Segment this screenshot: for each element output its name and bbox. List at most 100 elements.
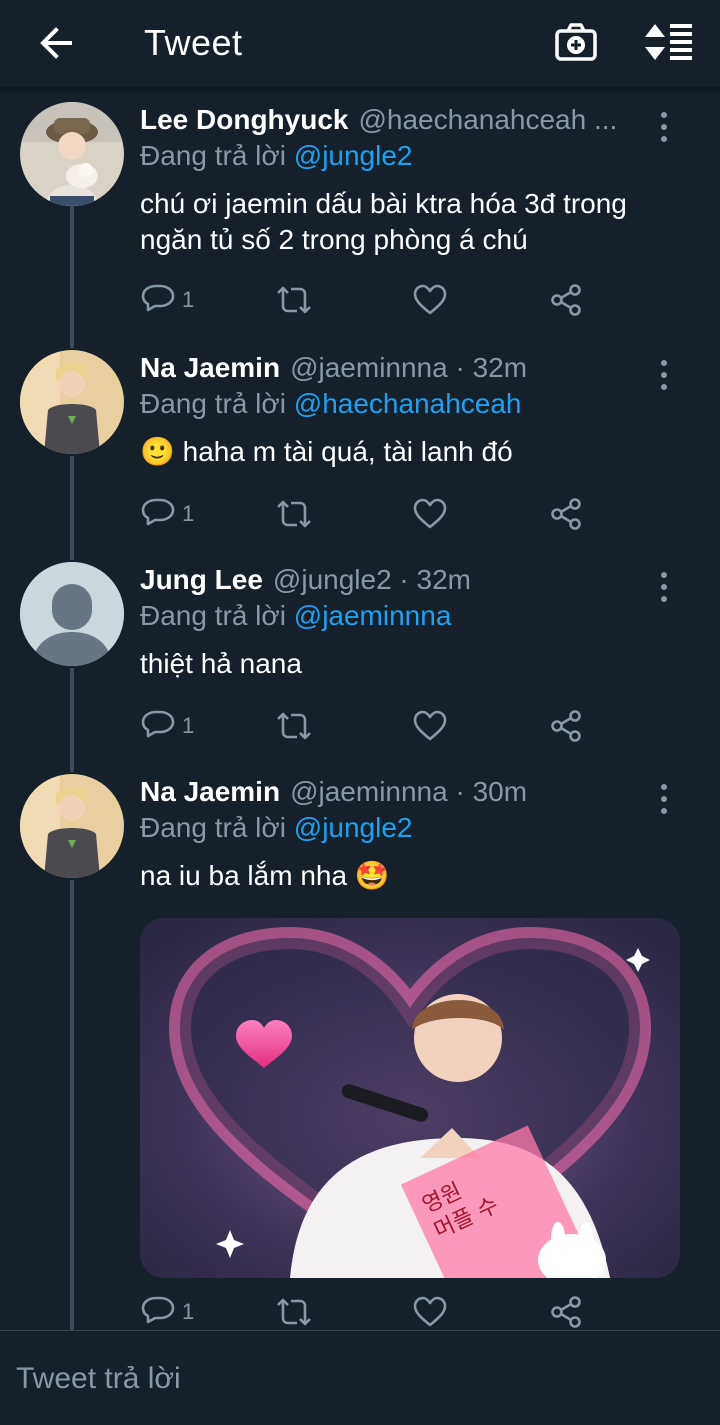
- tweet[interactable]: Lee Donghyuck @haechanahceah ... Đang trả…: [0, 102, 720, 332]
- arrow-left-icon: [40, 27, 72, 59]
- sort-icon: [645, 24, 692, 60]
- like-button[interactable]: [412, 706, 448, 746]
- retweet-icon: [277, 712, 311, 740]
- reply-icon: [141, 1296, 175, 1324]
- reply-icon: [141, 284, 175, 312]
- like-button[interactable]: [412, 280, 448, 320]
- tweet-header: Lee Donghyuck @haechanahceah ...: [140, 102, 660, 138]
- share-icon: [551, 710, 581, 742]
- mention-link[interactable]: @haechanahceah: [294, 388, 522, 419]
- tweet[interactable]: Jung Lee @jungle2 · 32m Đang trả lời @jae…: [0, 562, 720, 752]
- reply-input[interactable]: Tweet trả lời: [16, 1361, 181, 1397]
- tweet-text: chú ơi jaemin dấu bài ktra hóa 3đ trong …: [140, 188, 627, 255]
- user-handle[interactable]: @jaeminnna · 30m: [290, 776, 527, 807]
- default-avatar-icon: [20, 562, 124, 666]
- more-options-button[interactable]: [652, 360, 676, 390]
- top-app-bar: Tweet: [0, 0, 720, 88]
- avatar-photo: [20, 774, 124, 878]
- retweet-button[interactable]: [274, 280, 314, 320]
- user-handle[interactable]: @haechanahceah ...: [358, 104, 617, 135]
- reply-context: Đang trả lời @jungle2: [140, 810, 413, 846]
- tweet-text-block: na iu ba lắm nha 🤩: [140, 858, 680, 894]
- slightly-smiling-emoji: 🙂: [140, 435, 175, 468]
- reply-button[interactable]: 1: [140, 706, 194, 746]
- heart-icon: [413, 498, 447, 529]
- tweet-header: Na Jaemin @jaeminnna · 32m: [140, 350, 660, 386]
- mention-link[interactable]: @jaeminnna: [294, 600, 452, 631]
- camera-add-icon: [555, 23, 597, 61]
- avatar-photo: [20, 350, 124, 454]
- heart-icon: [413, 710, 447, 741]
- reply-prefix: Đang trả lời: [140, 812, 286, 843]
- reply-button[interactable]: 1: [140, 1292, 194, 1332]
- display-name[interactable]: Jung Lee: [140, 564, 263, 595]
- tweet-media-image[interactable]: 영원 머플 수: [140, 918, 680, 1278]
- reply-compose-bar[interactable]: Tweet trả lời: [0, 1330, 720, 1425]
- reply-count: 1: [182, 501, 195, 526]
- retweet-icon: [277, 500, 311, 528]
- tweet-actions: 1: [140, 280, 600, 320]
- more-options-button[interactable]: [652, 572, 676, 602]
- sort-button[interactable]: [640, 18, 700, 66]
- user-handle[interactable]: @jaeminnna · 32m: [290, 352, 527, 383]
- share-icon: [551, 1296, 581, 1328]
- retweet-button[interactable]: [274, 706, 314, 746]
- tweet[interactable]: Na Jaemin @jaeminnna · 32m Đang trả lời @…: [0, 350, 720, 540]
- avatar[interactable]: [20, 350, 124, 454]
- reply-context: Đang trả lời @haechanahceah: [140, 386, 521, 422]
- tweet-actions: 1: [140, 706, 600, 746]
- more-options-button[interactable]: [652, 112, 676, 142]
- camera-button[interactable]: [550, 18, 602, 66]
- reply-prefix: Đang trả lời: [140, 140, 286, 171]
- star-struck-emoji: 🤩: [354, 859, 390, 892]
- back-button[interactable]: [30, 20, 82, 66]
- reply-count: 1: [182, 713, 195, 738]
- reply-button[interactable]: 1: [140, 494, 194, 534]
- page-title: Tweet: [144, 22, 243, 63]
- avatar[interactable]: [20, 774, 124, 878]
- retweet-button[interactable]: [274, 494, 314, 534]
- like-button[interactable]: [412, 1292, 448, 1332]
- mention-link[interactable]: @jungle2: [294, 140, 413, 171]
- reply-prefix: Đang trả lời: [140, 600, 286, 631]
- reply-prefix: Đang trả lời: [140, 388, 286, 419]
- user-handle[interactable]: @jungle2 · 32m: [273, 564, 471, 595]
- mention-link[interactable]: @jungle2: [294, 812, 413, 843]
- retweet-button[interactable]: [274, 1292, 314, 1332]
- avatar[interactable]: [20, 562, 124, 666]
- tweet-text-block: 🙂 haha m tài quá, tài lanh đó: [140, 434, 680, 470]
- reply-button[interactable]: 1: [140, 280, 194, 320]
- reply-icon: [141, 710, 175, 738]
- reply-icon: [141, 498, 175, 526]
- retweet-icon: [277, 1298, 311, 1326]
- display-name[interactable]: Na Jaemin: [140, 776, 280, 807]
- avatar[interactable]: [20, 102, 124, 206]
- media-photo: 영원 머플 수: [140, 918, 680, 1278]
- reply-count: 1: [182, 287, 195, 312]
- share-button[interactable]: [548, 1292, 584, 1332]
- reply-context: Đang trả lời @jungle2: [140, 138, 413, 174]
- more-options-button[interactable]: [652, 784, 676, 814]
- display-name[interactable]: Na Jaemin: [140, 352, 280, 383]
- heart-icon: [413, 284, 447, 315]
- share-icon: [551, 284, 581, 316]
- tweet[interactable]: Na Jaemin @jaeminnna · 30m Đang trả lời @…: [0, 774, 720, 1330]
- share-button[interactable]: [548, 706, 584, 746]
- retweet-icon: [277, 286, 311, 314]
- tweet-header: Na Jaemin @jaeminnna · 30m: [140, 774, 660, 810]
- avatar-photo: [20, 102, 124, 206]
- tweet-actions: 1: [140, 1292, 600, 1332]
- like-button[interactable]: [412, 494, 448, 534]
- tweet-actions: 1: [140, 494, 600, 534]
- tweet-text: thiệt hả nana: [140, 648, 302, 679]
- share-button[interactable]: [548, 280, 584, 320]
- reply-context: Đang trả lời @jaeminnna: [140, 598, 451, 634]
- heart-icon: [413, 1296, 447, 1327]
- tweet-header: Jung Lee @jungle2 · 32m: [140, 562, 660, 598]
- share-icon: [551, 498, 581, 530]
- tweet-text: haha m tài quá, tài lanh đó: [182, 436, 513, 467]
- share-button[interactable]: [548, 494, 584, 534]
- tweet-text: na iu ba lắm nha: [140, 860, 348, 891]
- display-name[interactable]: Lee Donghyuck: [140, 104, 348, 135]
- reply-count: 1: [182, 1299, 195, 1324]
